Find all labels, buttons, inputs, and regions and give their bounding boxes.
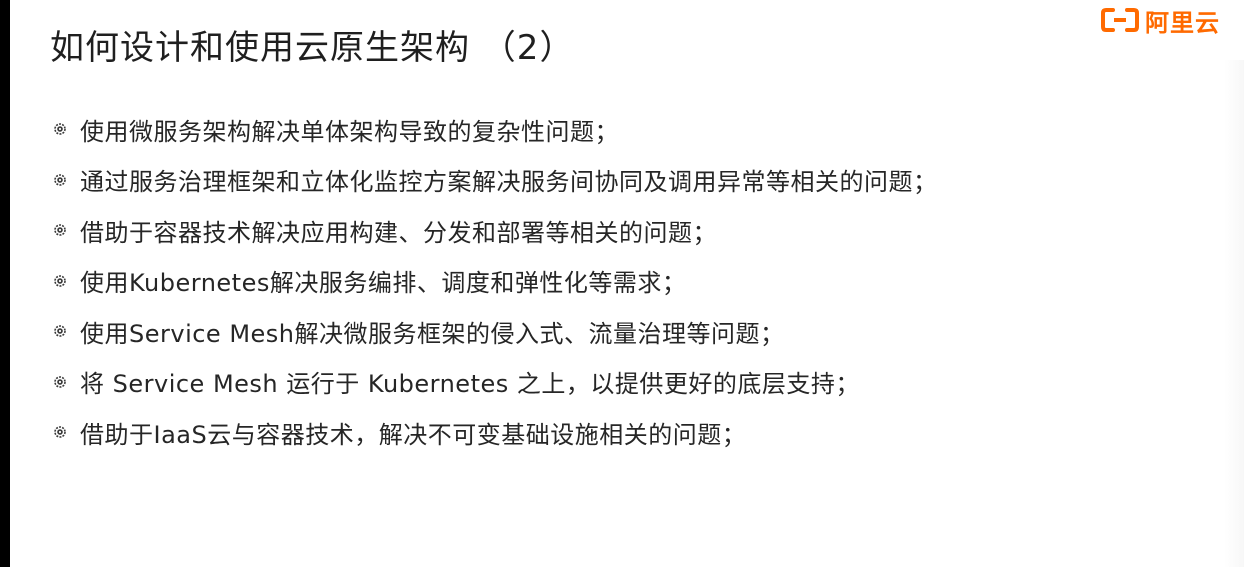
gear-bullet-icon bbox=[54, 173, 66, 186]
gear-bullet-icon bbox=[54, 325, 66, 338]
aliyun-logo: 阿里云 bbox=[1101, 4, 1220, 37]
slide-edge-shade bbox=[1224, 60, 1244, 567]
list-item: 使用Kubernetes解决服务编排、调度和弹性化等需求； bbox=[54, 256, 938, 307]
bullet-text: 通过服务治理框架和立体化监控方案解决服务间协同及调用异常等相关的问题； bbox=[80, 168, 938, 197]
list-item: 借助于IaaS云与容器技术，解决不可变基础设施相关的问题； bbox=[54, 407, 938, 458]
gear-bullet-icon bbox=[54, 123, 66, 136]
bullet-list: 使用微服务架构解决单体架构导致的复杂性问题； 通过服务治理框架和立体化监控方案解… bbox=[54, 104, 938, 458]
bullet-text: 使用Kubernetes解决服务编排、调度和弹性化等需求； bbox=[80, 269, 687, 298]
gear-bullet-icon bbox=[54, 426, 66, 439]
list-item: 使用Service Mesh解决微服务框架的侵入式、流量治理等问题； bbox=[54, 306, 938, 357]
screen: 如何设计和使用云原生架构 （2） 阿里云 使用微服务架构解决单体架构导致的复杂性… bbox=[0, 0, 1244, 567]
bullet-text: 借助于容器技术解决应用构建、分发和部署等相关的问题； bbox=[80, 218, 717, 247]
gear-bullet-icon bbox=[54, 224, 66, 237]
slide: 如何设计和使用云原生架构 （2） 阿里云 使用微服务架构解决单体架构导致的复杂性… bbox=[10, 0, 1244, 567]
bullet-text: 借助于IaaS云与容器技术，解决不可变基础设施相关的问题； bbox=[80, 420, 747, 449]
aliyun-bracket-icon bbox=[1101, 8, 1139, 32]
list-item: 通过服务治理框架和立体化监控方案解决服务间协同及调用异常等相关的问题； bbox=[54, 155, 938, 206]
bullet-text: 将 Service Mesh 运行于 Kubernetes 之上，以提供更好的底… bbox=[80, 370, 860, 399]
logo-text: 阿里云 bbox=[1145, 8, 1220, 37]
bullet-text: 使用Service Mesh解决微服务框架的侵入式、流量治理等问题； bbox=[80, 319, 785, 348]
gear-bullet-icon bbox=[54, 375, 66, 388]
list-item: 将 Service Mesh 运行于 Kubernetes 之上，以提供更好的底… bbox=[54, 357, 938, 408]
bullet-text: 使用微服务架构解决单体架构导致的复杂性问题； bbox=[80, 117, 619, 146]
gear-bullet-icon bbox=[54, 274, 66, 287]
list-item: 使用微服务架构解决单体架构导致的复杂性问题； bbox=[54, 104, 938, 155]
list-item: 借助于容器技术解决应用构建、分发和部署等相关的问题； bbox=[54, 205, 938, 256]
slide-title: 如何设计和使用云原生架构 （2） bbox=[50, 28, 575, 68]
